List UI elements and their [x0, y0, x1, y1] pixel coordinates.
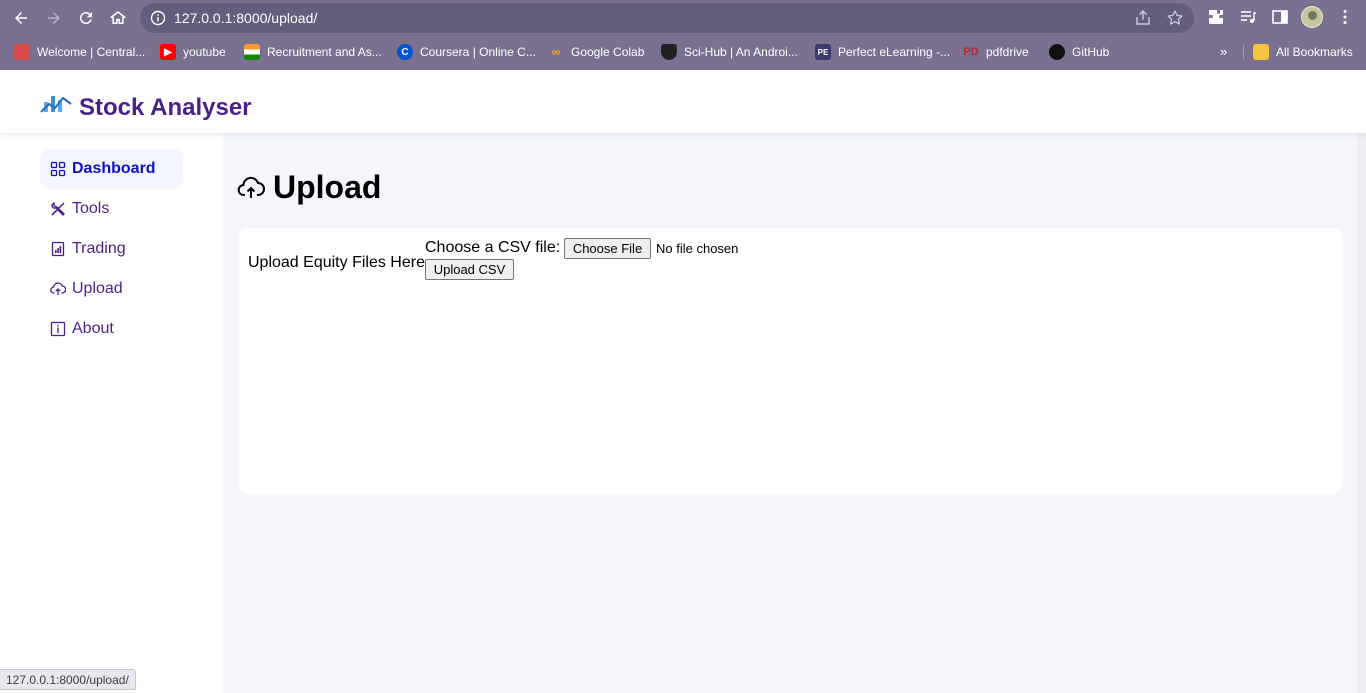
sidebar-item-upload[interactable]: Upload [40, 269, 183, 309]
bookmark-item[interactable]: PE Perfect eLearning -... [815, 43, 950, 61]
bookmark-item[interactable]: C Coursera | Online C... [397, 43, 536, 61]
home-button[interactable] [106, 6, 130, 30]
address-bar[interactable]: 127.0.0.1:8000/upload/ [140, 3, 1194, 33]
coursera-icon: C [397, 44, 413, 60]
address-url[interactable]: 127.0.0.1:8000/upload/ [174, 10, 317, 26]
sidebar-item-label: Dashboard [72, 160, 156, 177]
browser-toolbar: 127.0.0.1:8000/upload/ [0, 0, 1366, 36]
bookmark-label: Perfect eLearning -... [838, 45, 951, 59]
sidebar-item-label: Upload [72, 280, 123, 297]
scihub-icon [661, 44, 677, 60]
tools-icon [51, 202, 65, 216]
bookmark-label: Google Colab [571, 45, 645, 59]
cloud-upload-icon [237, 176, 265, 198]
browser-chrome: 127.0.0.1:8000/upload/ Welcome | Central… [0, 0, 1366, 70]
bookmark-item[interactable]: Recruitment and As... [244, 43, 382, 61]
chart-icon [51, 241, 65, 257]
bookmark-item[interactable]: PD pdfdrive [963, 43, 1029, 61]
app-header: Stock Analyser [0, 70, 1366, 133]
sidebar-item-dashboard[interactable]: Dashboard [40, 149, 183, 189]
main-content: Upload Upload Equity Files Here Choose a… [223, 133, 1357, 693]
sidebar: Dashboard Tools Trading Upload About [0, 133, 223, 693]
pe-icon: PE [815, 44, 831, 60]
app-title[interactable]: Stock Analyser [79, 94, 252, 122]
more-bookmarks-button[interactable]: » [1220, 44, 1227, 59]
sidebar-item-about[interactable]: About [40, 309, 183, 349]
forward-button[interactable] [42, 6, 66, 30]
all-bookmarks-label: All Bookmarks [1276, 45, 1353, 59]
grid-icon [50, 161, 66, 177]
folder-icon [1253, 44, 1269, 60]
sidebar-item-label: About [72, 320, 114, 337]
sidebar-item-label: Tools [72, 200, 110, 217]
all-bookmarks-button[interactable]: All Bookmarks [1253, 43, 1353, 61]
sidebar-item-trading[interactable]: Trading [40, 229, 183, 269]
bookmark-item[interactable]: Welcome | Central... [14, 43, 145, 61]
status-bubble: 127.0.0.1:8000/upload/ [0, 669, 136, 690]
bookmark-label: Coursera | Online C... [420, 45, 536, 59]
youtube-icon: ▶ [160, 44, 176, 60]
sidebar-item-label: Trading [72, 240, 126, 257]
site-info-icon[interactable] [150, 10, 166, 26]
upload-card-label: Upload Equity Files Here [248, 254, 425, 271]
info-icon [50, 321, 66, 337]
bookmark-item[interactable]: ▶ youtube [160, 43, 226, 61]
bookmark-label: Recruitment and As... [267, 45, 382, 59]
side-panel-icon[interactable] [1271, 8, 1289, 26]
india-flag-icon [244, 44, 260, 60]
central-favicon-icon [14, 44, 30, 60]
scrollbar-track[interactable] [1357, 133, 1366, 693]
page-title: Upload [273, 169, 382, 205]
media-queue-icon[interactable] [1239, 8, 1257, 26]
back-button[interactable] [9, 6, 33, 30]
bookmark-star-icon[interactable] [1166, 9, 1184, 27]
browser-menu-icon[interactable] [1336, 8, 1354, 26]
bookmark-label: Sci-Hub | An Androi... [684, 45, 798, 59]
reload-button[interactable] [74, 6, 98, 30]
extensions-icon[interactable] [1207, 8, 1225, 26]
file-status-text: No file chosen [656, 241, 739, 256]
bookmark-label: GitHub [1072, 45, 1110, 59]
file-prompt-label: Choose a CSV file: [425, 239, 561, 256]
bookmark-label: pdfdrive [986, 45, 1029, 59]
github-icon [1049, 44, 1065, 60]
page-heading: Upload [237, 169, 381, 206]
bookmark-item[interactable]: Sci-Hub | An Androi... [661, 43, 798, 61]
home-icon [110, 11, 126, 24]
upload-csv-button[interactable]: Upload CSV [425, 259, 514, 280]
cloud-upload-icon [50, 282, 66, 295]
choose-file-button[interactable]: Choose File [564, 238, 651, 259]
back-arrow-icon [15, 12, 27, 24]
bookmark-item[interactable]: GitHub [1049, 43, 1109, 61]
upload-card: Upload Equity Files Here Choose a CSV fi… [238, 228, 1342, 494]
bookmarks-bar: Welcome | Central... ▶ youtube Recruitme… [0, 39, 1366, 65]
bookmark-label: Welcome | Central... [37, 45, 146, 59]
bookmark-item[interactable]: ∞ Google Colab [548, 43, 645, 61]
forward-arrow-icon [48, 12, 60, 24]
bookmarks-divider [1243, 44, 1244, 60]
sidebar-item-tools[interactable]: Tools [40, 189, 183, 229]
bookmark-label: youtube [183, 45, 226, 59]
reload-icon [79, 12, 92, 25]
stock-logo-icon [40, 96, 72, 113]
profile-avatar[interactable] [1301, 6, 1323, 28]
colab-icon: ∞ [551, 45, 561, 59]
share-icon[interactable] [1134, 9, 1152, 27]
pdfdrive-icon: PD [963, 46, 979, 58]
